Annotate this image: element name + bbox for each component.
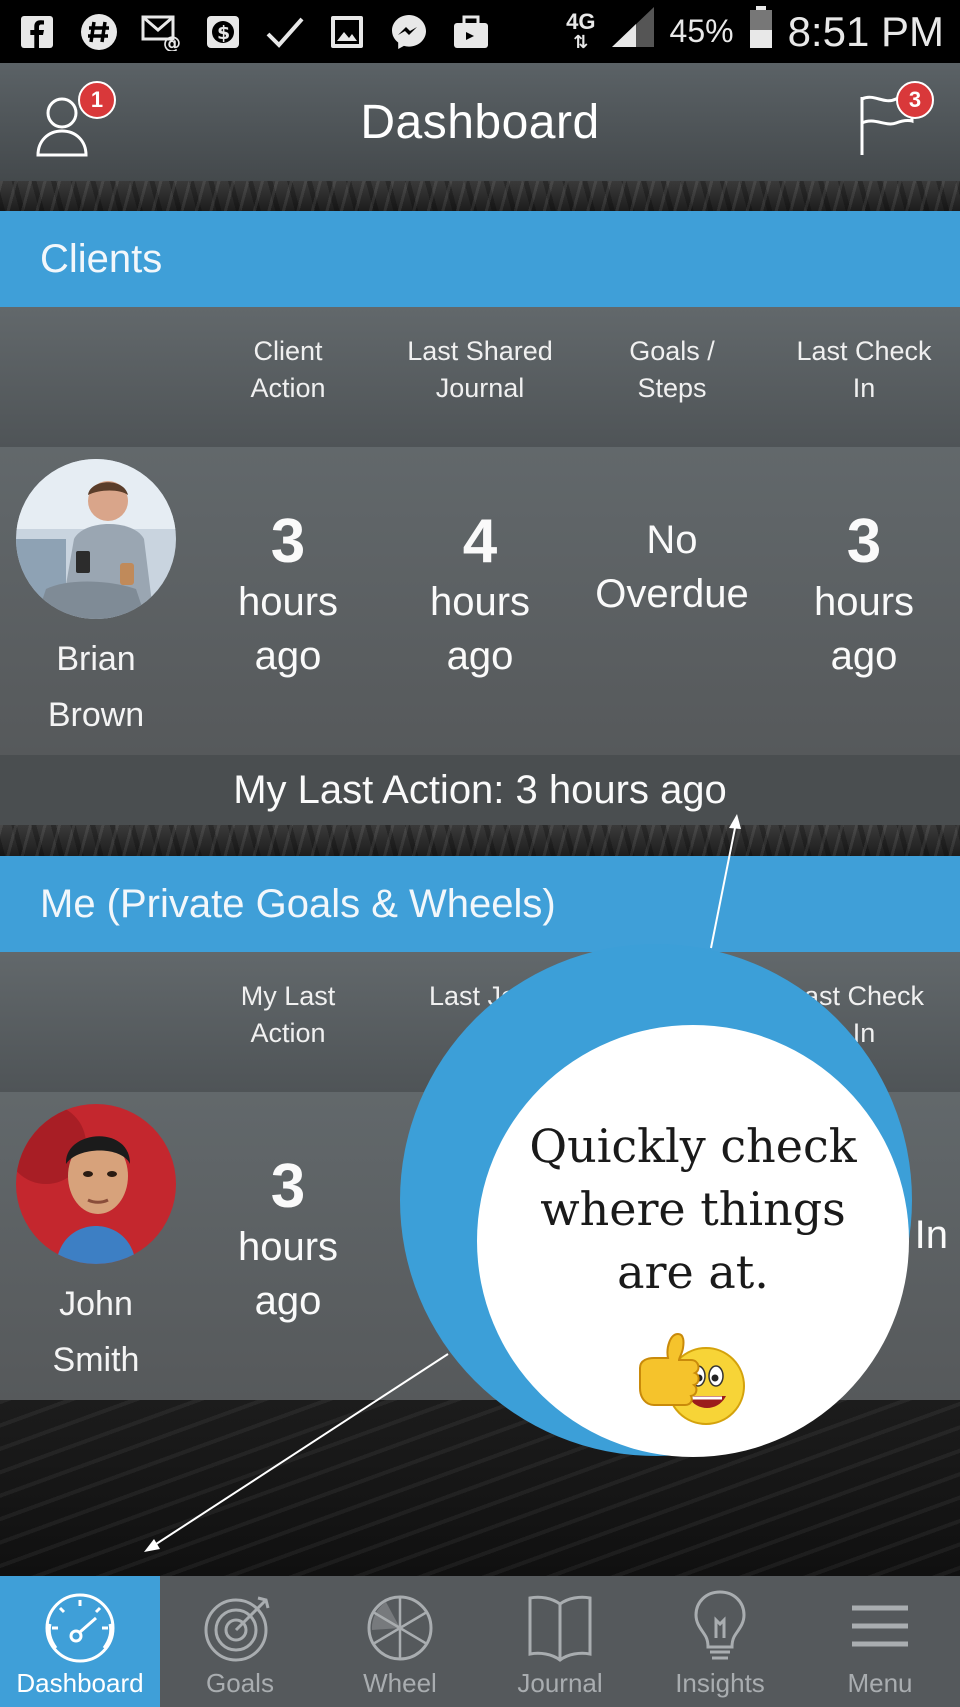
nav-wheel-label: Wheel [363, 1668, 437, 1698]
shared-journal-value: 4 hours ago [429, 507, 531, 679]
clock: 8:51 PM [787, 7, 944, 55]
my-action-value: 3 hours ago [237, 1152, 339, 1324]
me-section-header: Me (Private Goals & Wheels) [0, 856, 960, 952]
col-my-last-action: My Last Action [240, 981, 336, 1048]
thumbs-up-emoji-icon [636, 1328, 756, 1438]
me-section-title: Me (Private Goals & Wheels) [40, 881, 556, 926]
nav-journal-label: Journal [517, 1668, 603, 1698]
slack-icon [78, 11, 120, 53]
client-name: Brian Brown [47, 640, 145, 734]
nav-dashboard-label: Dashboard [16, 1668, 144, 1698]
dashboard-gauge-icon [45, 1593, 115, 1663]
book-icon [528, 1595, 592, 1662]
col-last-shared-journal: Last Shared Journal [407, 336, 553, 403]
svg-text:@: @ [163, 33, 181, 51]
client-row[interactable]: Brian Brown 3 hours ago 4 hours ago No Ov… [0, 447, 960, 755]
bottom-nav: Dashboard Goals Wheel Journal Insights M… [0, 1576, 960, 1707]
nav-journal[interactable]: Journal [480, 1576, 640, 1707]
me-name: John Smith [52, 1285, 140, 1379]
hamburger-icon [852, 1605, 908, 1647]
check-in-value: 3 hours ago [813, 507, 915, 679]
nav-dashboard[interactable]: Dashboard [0, 1576, 160, 1707]
facebook-icon [16, 11, 58, 53]
clients-section-title: Clients [40, 236, 163, 281]
background-texture [0, 1400, 960, 1576]
nav-goals[interactable]: Goals [160, 1576, 320, 1707]
tooltip-text: Quickly check where things are at. [529, 1119, 857, 1299]
clients-column-headers: Client Action Last Shared Journal Goals / S… [0, 307, 960, 447]
flags-button[interactable]: 3 [850, 81, 934, 165]
nav-menu[interactable]: Menu [800, 1576, 960, 1707]
nav-menu-label: Menu [847, 1668, 913, 1698]
target-icon [204, 1596, 270, 1662]
wheel-icon [367, 1595, 433, 1661]
signal-icon [610, 5, 656, 58]
page-title: Dashboard [360, 95, 600, 149]
flags-badge: 3 [896, 81, 934, 119]
nav-insights-label: Insights [675, 1668, 765, 1698]
client-avatar[interactable] [16, 459, 176, 619]
svg-text:$: $ [217, 22, 230, 44]
status-bar: @ $ 4G ⇅ 45% 8:51 PM [0, 0, 960, 63]
clients-section-header: Clients [0, 211, 960, 307]
goals-steps-value: No Overdue [595, 518, 749, 616]
nav-goals-label: Goals [206, 1668, 274, 1698]
background-texture [0, 825, 960, 856]
nav-wheel[interactable]: Wheel [320, 1576, 480, 1707]
background-texture [0, 181, 960, 211]
app-header: 1 Dashboard 3 [0, 63, 960, 181]
check-icon [264, 11, 306, 53]
messenger-icon [388, 11, 430, 53]
battery-icon [748, 5, 774, 58]
gallery-icon [326, 11, 368, 53]
nav-insights[interactable]: Insights [640, 1576, 800, 1707]
my-last-action: My Last Action: 3 hours ago [0, 755, 960, 825]
network-indicator: 4G ⇅ [566, 8, 596, 52]
battery-percent: 45% [669, 13, 734, 49]
col-goals-steps: Goals / Steps [629, 336, 715, 403]
clients-badge: 1 [78, 81, 116, 119]
clients-button[interactable]: 1 [32, 81, 116, 165]
money-icon: $ [202, 11, 244, 53]
client-action-value: 3 hours ago [237, 507, 339, 679]
lightbulb-icon [694, 1590, 746, 1660]
col-last-check-in: Last Check In [796, 336, 932, 403]
briefcase-icon [450, 11, 492, 53]
email-icon: @ [140, 11, 182, 53]
col-client-action: Client Action [250, 336, 326, 403]
me-avatar[interactable] [16, 1104, 176, 1264]
